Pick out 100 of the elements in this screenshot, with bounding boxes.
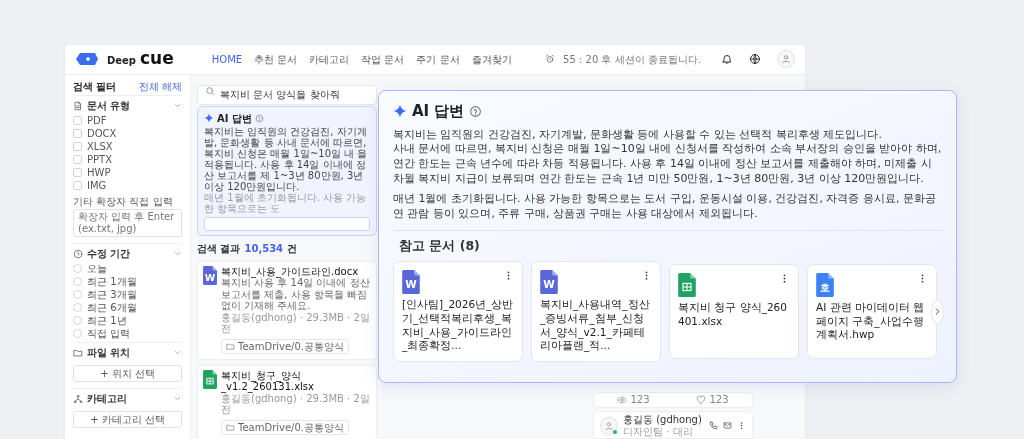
option-label: 최근 1년 <box>87 313 127 328</box>
word-file-icon: W <box>540 270 558 295</box>
checkbox[interactable] <box>73 115 82 125</box>
filter-title: 검색 필터 <box>73 80 117 95</box>
profile-button[interactable] <box>777 50 795 69</box>
user-icon <box>604 420 614 431</box>
mail-button[interactable] <box>723 421 732 430</box>
results-count: 10,534 <box>244 241 284 256</box>
help-icon <box>469 104 483 118</box>
result-card[interactable]: 복지비_청구_양식_v1.2_260131.xlsx 홍길동(gdhong) · 29.3MB · 2일 전 TeamDrive/0.공통양식 <box>197 364 377 439</box>
folder-icon <box>73 347 83 358</box>
ai-input-field[interactable] <box>204 216 370 231</box>
option-label: IMG <box>87 178 107 193</box>
file-name: 복지비_사용_가이드라인.docx <box>221 265 359 278</box>
file-meta: 홍길동(gdhong) · 29.3MB · 2일 전 <box>221 311 371 335</box>
checkbox[interactable] <box>73 128 82 138</box>
option-label: 최근 6개월 <box>87 300 137 315</box>
select-button[interactable]: + 위치 선택 <box>73 364 182 382</box>
results-label: 검색 결과 <box>197 241 241 256</box>
nav-tab[interactable]: 주기 문서 <box>410 51 466 67</box>
reference-name: AI 관련 마이데이터 웹페이지 구축_사업수행계획서.hwp <box>816 301 926 342</box>
document-icon <box>73 100 83 111</box>
mail-icon <box>723 421 732 430</box>
folder-icon <box>226 422 235 432</box>
search-icon <box>205 85 215 96</box>
call-button[interactable] <box>709 421 718 430</box>
nav-tab[interactable]: HOME <box>205 51 249 67</box>
category-icon <box>73 393 83 404</box>
alarm-clock-icon <box>545 54 556 65</box>
folder-icon <box>226 341 235 351</box>
reference-card[interactable]: 호 AI 관련 마이데이터 웹페이지 구축_사업수행계획서.hwp <box>807 264 937 360</box>
section-title: 문서 유형 <box>87 99 132 114</box>
section-title: 카테고리 <box>87 392 128 407</box>
reference-card[interactable]: W 복지비_사용내역_정산_증빙서류_첨부_신청서_양식_v2.1_카페테리아플랜_적... <box>531 261 661 362</box>
notification-button[interactable] <box>721 53 733 66</box>
reference-title: 참고 문서 (8) <box>399 236 481 255</box>
option-label: PPTX <box>87 152 113 167</box>
file-description: 복지비 사용 후 14일 이내에 정산 보고서를 제출, 사용 항목을 빠짐없이 기재해 주세요. <box>221 277 371 312</box>
reference-card[interactable]: W [인사팀]_2026년_상반기_선택적복리후생_복지비_사용_가이드라인_최종확정... <box>393 261 523 362</box>
option-label: DOCX <box>87 126 117 141</box>
phone-icon <box>709 421 718 430</box>
results-unit: 건 <box>287 241 298 256</box>
clear-all-link[interactable]: 전체 해제 <box>138 79 182 95</box>
folder-path: TeamDrive/0.공통양식 <box>238 420 344 434</box>
logo-icon <box>75 51 99 68</box>
person-department: 디자인팀 · 대리 <box>623 425 694 437</box>
extension-field[interactable]: 확장자 입력 후 Enter (ex.txt, jpg) <box>73 208 182 237</box>
bell-icon <box>721 53 733 66</box>
word-file-icon: W <box>402 270 420 295</box>
checkbox[interactable] <box>73 154 82 164</box>
ai-answer-text: 복지비는 임직원의 건강검진, 자기계발, 문화생활 등에 사용할 수 있는 선택적 복리후생 제도입니다. 사내 문서에 따르면, 복지비 신청은 매월 1일~10일 내에 신청서를 작성하여 소속 부서장의 승인을 받아야 하며, 연간 한도는 근속 년수에 따라 차등 적용됩니다. 사용 후 14일 이내에 정산 보고서를 제출해야 하며, 미제출 시 차월 복지비 지급이 보류되며 연간 한도는 근속 1년 미만 50만원, 1~3년 80만원, 3년 이상 120만원입니다. <box>393 127 942 187</box>
file-name: 복지비_청구_양식_v1.2_260131.xlsx <box>221 369 315 393</box>
reference-name: 복지비_사용내역_정산_증빙서류_첨부_신청서_양식_v2.1_카페테리아플랜_적... <box>540 298 651 353</box>
ai-answer-text: 복지비는 임직원의 건강검진, 자기계발, 문화생활 등 사내 문서에 따르면, 복지비 신청은 매월 1일~10일 내 을 적용됩니다. 사용 후 14일 이내에 정산 보고서를 제 1~3년 80만원, 3년 이상 120만원입니다. <box>204 125 369 192</box>
language-button[interactable] <box>749 53 761 66</box>
option-label: XLSX <box>87 139 113 154</box>
file-meta: 홍길동(gdhong) · 29.3MB · 2일 전 <box>221 392 371 416</box>
option-label: 직접 입력 <box>87 326 131 341</box>
reference-name: [인사팀]_2026년_상반기_선택적복리후생_복지비_사용_가이드라인_최종확정... <box>402 298 514 353</box>
reference-card[interactable]: 복지비 청구 양식_260401.xlsx <box>669 264 799 360</box>
session-timer: 55 : 20 후 세션이 종료됩니다. <box>563 52 701 67</box>
checkbox[interactable] <box>73 141 82 151</box>
person-name: 홍길동 (gdhong) <box>623 414 703 426</box>
option-label: HWP <box>87 165 111 180</box>
eye-icon <box>617 395 628 405</box>
heart-icon <box>696 395 707 405</box>
hwp-file-icon: 호 <box>816 273 834 298</box>
spreadsheet-file-icon <box>678 273 696 298</box>
globe-icon <box>749 53 761 66</box>
folder-path: TeamDrive/0.공통양식 <box>238 339 344 353</box>
clock-icon <box>73 248 83 259</box>
section-title: 파일 위치 <box>87 346 132 361</box>
field-label: 기타 확장자 직접 입력 <box>73 194 174 209</box>
section-title: 수정 기간 <box>87 247 132 262</box>
select-button[interactable]: + 카테고리 선택 <box>73 410 182 428</box>
word-file-icon: W <box>203 265 217 285</box>
option-label: 오늘 <box>87 261 107 276</box>
option-label: 최근 1개월 <box>87 274 137 289</box>
ai-answer-note: 매년 1월에 초기화됩니다. 사용 가능한 항목으로는 도 <box>204 191 368 214</box>
nav-tab[interactable]: 카테고리 <box>303 51 356 67</box>
user-icon <box>781 54 791 65</box>
ai-answer-title: AI 답변 <box>412 101 465 122</box>
reference-name: 복지비 청구 양식_260401.xlsx <box>678 301 788 329</box>
view-count: 123 <box>630 394 650 406</box>
help-icon <box>254 113 264 123</box>
ai-answer-title: AI 답변 <box>217 111 252 126</box>
sparkle-icon <box>393 104 407 119</box>
option-label: PDF <box>87 113 107 128</box>
spreadsheet-file-icon <box>203 369 217 389</box>
logo-text: Deep <box>107 54 137 69</box>
nav-tab[interactable]: 즐겨찾기 <box>465 51 518 67</box>
sparkle-icon <box>204 113 214 124</box>
checkbox[interactable] <box>73 180 82 190</box>
search-field[interactable]: 복지비 문서 양식을 찾아줘 <box>197 84 377 105</box>
option-label: 최근 3개월 <box>87 287 137 302</box>
like-count: 123 <box>709 394 729 406</box>
logo-text: cue <box>140 50 174 68</box>
nav-tab[interactable]: 추천 문서 <box>248 51 304 67</box>
checkbox[interactable] <box>73 167 82 177</box>
nav-tab[interactable]: 작업 문서 <box>355 51 411 67</box>
